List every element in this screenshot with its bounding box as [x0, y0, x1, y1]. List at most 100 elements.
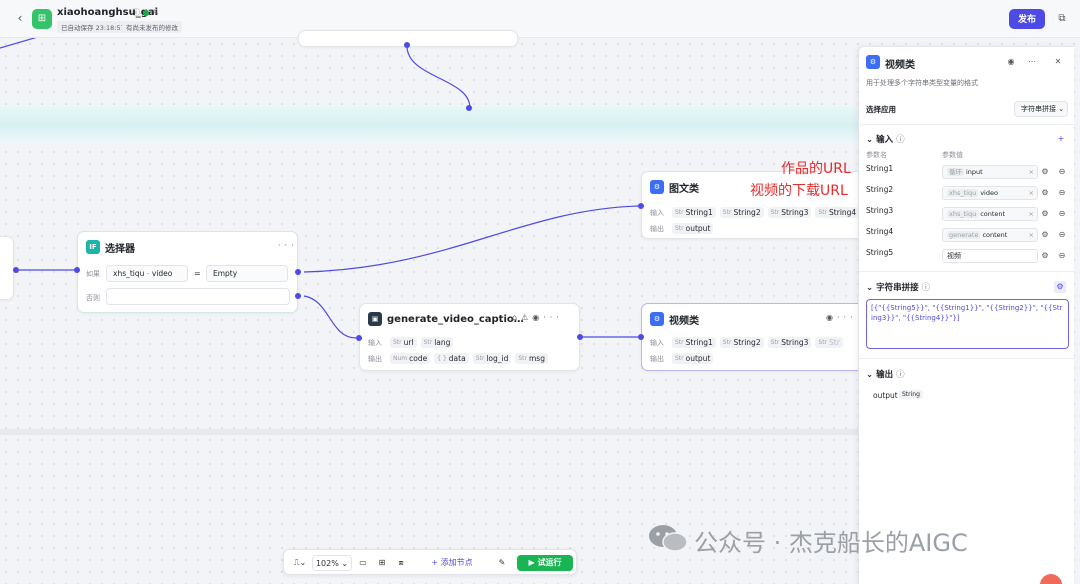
partial-node-left[interactable]: [0, 236, 14, 300]
else-label: 否则: [86, 294, 100, 302]
param-value-input[interactable]: xhs_tiqu content ×: [942, 207, 1038, 221]
output-name: output: [873, 391, 898, 400]
settings-icon[interactable]: ⚙: [1054, 281, 1066, 293]
condition-operator[interactable]: =: [194, 269, 201, 278]
node-generate-video-caption[interactable]: ▣ generate_video_captio… ⌂⚠◉··· 输入 Str ur…: [359, 303, 580, 371]
input-section-header[interactable]: ⌄ 输入 ⓘ: [866, 133, 905, 145]
select-app-label: 选择应用: [866, 105, 896, 114]
app-info-icons[interactable]: ⓘ ● ✎: [132, 7, 159, 18]
port-if[interactable]: [295, 269, 301, 275]
param-value-input[interactable]: xhs_tiqu video ×: [942, 186, 1038, 200]
app-logo-icon: ⊞: [32, 9, 52, 29]
run-node-icon[interactable]: ◉: [1006, 57, 1016, 67]
minimap-icon[interactable]: ⧈: [394, 555, 408, 571]
edge-top-left: [0, 38, 37, 49]
node-title: 图文类: [669, 183, 699, 195]
more-icon[interactable]: ⋯: [1027, 57, 1037, 67]
col-name: 参数名: [866, 151, 887, 159]
condition-variable[interactable]: xhs_tiqu - video: [106, 265, 188, 282]
concat-template-editor[interactable]: [{"{{String5}}", "{{String1}}", "{{Strin…: [866, 299, 1069, 349]
port[interactable]: [638, 203, 644, 209]
param-tag: Str url: [390, 337, 417, 348]
back-button[interactable]: ‹: [12, 10, 28, 26]
gear-icon[interactable]: ⚙: [1040, 209, 1050, 219]
param-tag: Str lang: [420, 337, 454, 348]
edge-selector-to-genvideo: [303, 295, 357, 339]
clear-icon[interactable]: ×: [1029, 208, 1034, 220]
port[interactable]: [74, 267, 80, 273]
port[interactable]: [356, 335, 362, 341]
output-tag: Num code: [390, 353, 431, 364]
param-name: String3: [866, 206, 894, 215]
layout-icon[interactable]: ⊞: [375, 555, 389, 571]
more-icon[interactable]: ···: [278, 241, 298, 250]
param-name: String1: [866, 164, 894, 173]
node-action-icons[interactable]: ⌂⚠◉···: [512, 313, 563, 322]
param-value-input[interactable]: generate content ×: [942, 228, 1038, 242]
node-selector[interactable]: IF 选择器 ··· 如果 xhs_tiqu - video = Empty 否…: [77, 231, 298, 313]
node-shipin[interactable]: ⚙ 视频类 ◉··· 输入 Str String1 Str String2 Str S…: [641, 303, 871, 371]
remove-icon[interactable]: ⊖: [1057, 167, 1067, 177]
port-else[interactable]: [295, 293, 301, 299]
param-name: String4: [866, 227, 894, 236]
wechat-logo-icon: [649, 525, 688, 552]
gear-icon[interactable]: ⚙: [1040, 251, 1050, 261]
test-run-button[interactable]: ▶ 试运行: [517, 555, 573, 571]
condition-value[interactable]: Empty: [206, 265, 288, 282]
gear-icon[interactable]: ⚙: [1040, 230, 1050, 240]
edge-selector-to-tuwen: [303, 205, 639, 273]
info-icon[interactable]: ⓘ: [132, 8, 140, 17]
port[interactable]: [466, 105, 472, 111]
param-tag: Str String3: [767, 207, 812, 218]
port[interactable]: [13, 267, 19, 273]
add-node-button[interactable]: + 添加节点: [420, 555, 484, 571]
output-section-header[interactable]: ⌄ 输出 ⓘ: [866, 368, 905, 380]
port[interactable]: [404, 42, 410, 48]
pointer-mode-icon[interactable]: ⎍⌄: [290, 555, 310, 571]
param-tag: Str String1: [672, 337, 716, 348]
input-label: 输入: [650, 338, 664, 347]
info-icon[interactable]: ⓘ: [922, 283, 931, 293]
edit-icon[interactable]: ✎: [152, 8, 159, 17]
panel-title: 视频类: [885, 60, 915, 71]
divider: [859, 358, 1075, 359]
node-action-icons[interactable]: ◉···: [826, 313, 857, 322]
output-tag: Str output: [672, 353, 714, 364]
clear-icon[interactable]: ×: [1029, 166, 1034, 178]
select-app-dropdown[interactable]: 字符串拼接 ⌄: [1014, 101, 1068, 117]
info-icon[interactable]: ⓘ: [896, 370, 905, 380]
zoom-dropdown[interactable]: 102% ⌄: [312, 555, 352, 571]
clear-icon[interactable]: ×: [1029, 229, 1034, 241]
param-value-input[interactable]: 视频: [942, 249, 1038, 263]
copy-icon[interactable]: ⧉: [1054, 11, 1070, 27]
info-icon[interactable]: ⓘ: [896, 135, 905, 145]
if-icon: IF: [86, 240, 100, 254]
param-tag: Str String2: [719, 337, 764, 348]
port[interactable]: [577, 334, 583, 340]
remove-icon[interactable]: ⊖: [1057, 209, 1067, 219]
node-title: 选择器: [105, 243, 135, 255]
output-type-badge: String: [899, 390, 923, 399]
publish-button[interactable]: 发布: [1009, 9, 1045, 29]
concat-section-header[interactable]: ⌄ 字符串拼接 ⓘ: [866, 281, 930, 293]
gear-icon[interactable]: ⚙: [1040, 167, 1050, 177]
param-tag: Str String1: [672, 207, 716, 218]
param-value-input[interactable]: 循环 input ×: [942, 165, 1038, 179]
check-circle-icon: ●: [142, 8, 150, 17]
gear-icon[interactable]: ⚙: [1040, 188, 1050, 198]
close-icon[interactable]: ✕: [1053, 57, 1063, 67]
port[interactable]: [638, 334, 644, 340]
text-processing-icon: ⚙: [650, 180, 664, 194]
clear-icon[interactable]: ×: [1029, 187, 1034, 199]
output-label: 输出: [650, 224, 664, 233]
else-branch[interactable]: [106, 288, 290, 305]
remove-icon[interactable]: ⊖: [1057, 230, 1067, 240]
unpublished-badge: 有尚未发布的修改: [122, 21, 182, 33]
param-name: String2: [866, 185, 894, 194]
remove-icon[interactable]: ⊖: [1057, 251, 1067, 261]
remove-icon[interactable]: ⊖: [1057, 188, 1067, 198]
chevron-down-icon: ⌄: [1058, 105, 1065, 113]
add-param-icon[interactable]: +: [1056, 134, 1066, 144]
comment-icon[interactable]: ▭: [356, 555, 370, 571]
debug-icon[interactable]: ✎: [494, 555, 510, 571]
